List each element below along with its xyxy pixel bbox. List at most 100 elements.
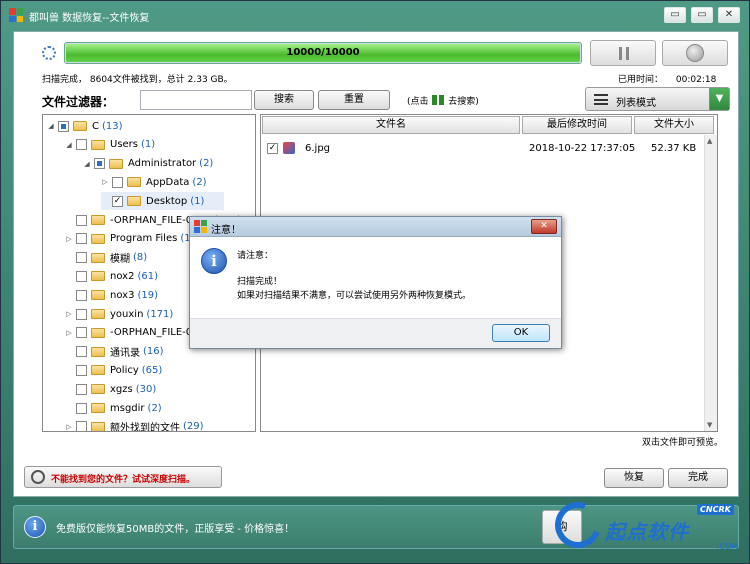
tree-item[interactable]: ◢ C (13) xyxy=(47,117,123,135)
scroll-down-icon[interactable]: ▼ xyxy=(707,421,712,429)
close-icon: ✕ xyxy=(540,221,548,231)
tree-checkbox[interactable] xyxy=(76,327,87,339)
tree-checkbox[interactable] xyxy=(76,346,87,358)
expand-arrow-icon[interactable]: ◢ xyxy=(65,141,73,149)
hint-prefix: (点击 xyxy=(407,97,429,107)
pause-button[interactable] xyxy=(590,40,656,66)
tree-item[interactable]: nox3 (19) xyxy=(65,286,158,304)
app-logo-icon xyxy=(9,8,23,22)
view-mode-select[interactable]: 列表模式 ▼ xyxy=(585,87,730,111)
info-icon: i xyxy=(24,516,46,538)
tree-item[interactable]: nox2 (61) xyxy=(65,267,158,285)
title-bar[interactable]: 都叫兽 数据恢复--文件恢复 ▭ ▭ ✕ xyxy=(1,1,750,29)
expand-arrow-icon[interactable]: ▷ xyxy=(65,329,73,337)
folder-icon xyxy=(91,309,105,319)
scroll-up-icon[interactable]: ▲ xyxy=(707,137,712,145)
expand-arrow-icon[interactable]: ▷ xyxy=(65,310,73,318)
tree-item[interactable]: ✓ Desktop (1) xyxy=(101,192,225,211)
close-button[interactable]: ✕ xyxy=(718,7,740,23)
expand-arrow-icon[interactable]: ▷ xyxy=(101,178,109,186)
folder-icon xyxy=(127,196,141,207)
info-icon: i xyxy=(201,248,227,274)
column-header-modified[interactable]: 最后修改时间 xyxy=(522,116,632,134)
progress-text: 10000/10000 xyxy=(286,47,360,58)
tree-checkbox[interactable] xyxy=(76,364,87,376)
dialog-body: i 请注意： 扫描完成！ 如果对扫描结果不满意，可以尝试使用另外两种恢复模式。 xyxy=(190,238,561,318)
filter-input[interactable] xyxy=(140,90,252,110)
tree-checkbox[interactable] xyxy=(76,270,87,282)
tree-checkbox[interactable] xyxy=(76,139,87,151)
minimize-button[interactable]: ▭ xyxy=(664,7,686,23)
folder-icon xyxy=(91,365,105,376)
tree-item[interactable]: xgzs (30) xyxy=(65,380,156,398)
tree-item[interactable]: ▷ AppData (2) xyxy=(101,173,207,191)
tree-checkbox[interactable] xyxy=(76,383,87,395)
image-file-icon xyxy=(283,142,295,154)
tree-item-label: nox2 xyxy=(110,270,135,282)
search-button[interactable]: 搜索 xyxy=(254,90,314,110)
recover-button[interactable]: 恢复 xyxy=(604,468,664,488)
tree-item-count: (19) xyxy=(137,289,158,301)
tree-item[interactable]: ▷ -ORPHAN_FILE-0 xyxy=(65,324,195,342)
tree-item[interactable]: 通讯录 (16) xyxy=(65,343,164,361)
view-mode-label: 列表模式 xyxy=(616,98,656,109)
finish-button[interactable]: 完成 xyxy=(668,468,728,488)
ok-button[interactable]: OK xyxy=(492,324,550,342)
deep-scan-button[interactable]: 不能找到您的文件？试试深度扫描。 xyxy=(24,466,222,488)
tree-checkbox[interactable] xyxy=(76,421,87,431)
folder-icon xyxy=(91,421,105,431)
maximize-button[interactable]: ▭ xyxy=(691,7,713,23)
dialog-close-button[interactable]: ✕ xyxy=(531,219,557,234)
tree-checkbox[interactable] xyxy=(76,214,87,226)
expand-arrow-icon[interactable]: ◢ xyxy=(47,122,55,130)
column-header-name[interactable]: 文件名 xyxy=(262,116,520,134)
expand-arrow-icon[interactable]: ▷ xyxy=(65,423,73,431)
elapsed-label: 已用时间： xyxy=(618,75,664,85)
tree-item[interactable]: ◢ Administrator (2) xyxy=(83,155,213,173)
tree-checkbox[interactable] xyxy=(76,233,87,245)
tree-item[interactable]: Policy (65) xyxy=(65,361,162,379)
vertical-scrollbar[interactable]: ▲ ▼ xyxy=(704,135,717,431)
chevron-down-icon[interactable]: ▼ xyxy=(709,88,729,110)
dialog-title-bar[interactable]: 注意！ ✕ xyxy=(190,217,561,237)
watermark-g-icon xyxy=(547,494,609,556)
dialog-line-2: 扫描完成！ xyxy=(237,277,283,287)
tree-checkbox[interactable] xyxy=(58,120,69,132)
stop-icon xyxy=(686,44,704,62)
expand-arrow-icon[interactable]: ▷ xyxy=(65,235,73,243)
tree-item[interactable]: ▷ Program Files (1) xyxy=(65,230,195,248)
tree-item-label: 通讯录 xyxy=(110,348,140,360)
tree-item-count: (2) xyxy=(192,176,207,188)
folder-icon xyxy=(91,252,105,263)
tree-item[interactable]: msgdir (2) xyxy=(65,399,162,417)
search-hint: (点击 去搜索) xyxy=(407,94,479,107)
tree-item[interactable]: ▷ 额外找到的文件 (29) xyxy=(65,418,204,432)
tree-item-count: (1) xyxy=(190,195,205,207)
tree-checkbox[interactable] xyxy=(76,308,87,320)
tree-item[interactable]: ◢ Users (1) xyxy=(65,136,155,154)
tree-checkbox[interactable] xyxy=(76,289,87,301)
table-row[interactable]: ✓ 6.jpg 2018-10-22 17:37:05 52.37 KB xyxy=(267,141,697,157)
tree-item[interactable]: 模糊 (8) xyxy=(65,249,147,267)
scan-progress-bar: 10000/10000 xyxy=(64,42,582,64)
tree-item-count: (29) xyxy=(183,421,204,432)
tree-checkbox[interactable] xyxy=(76,402,87,414)
tree-checkbox[interactable] xyxy=(112,176,123,188)
tree-item-label: C xyxy=(92,120,99,132)
column-header-size[interactable]: 文件大小 xyxy=(634,116,714,134)
tree-item-label: Desktop xyxy=(146,195,188,207)
tree-item-label: youxin xyxy=(110,308,144,320)
tree-item-label: 模糊 xyxy=(110,254,130,266)
file-size: 52.37 KB xyxy=(651,143,697,154)
reset-button[interactable]: 重置 xyxy=(318,90,390,110)
tree-checkbox[interactable]: ✓ xyxy=(112,195,123,207)
row-checkbox[interactable]: ✓ xyxy=(267,143,278,154)
folder-icon xyxy=(91,290,105,301)
stop-button[interactable] xyxy=(662,40,728,66)
tree-item-label: nox3 xyxy=(110,289,135,301)
tree-checkbox[interactable] xyxy=(94,158,105,170)
tree-item-count: (16) xyxy=(143,346,164,358)
tree-item[interactable]: ▷ youxin (171) xyxy=(65,305,173,323)
tree-checkbox[interactable] xyxy=(76,252,87,264)
expand-arrow-icon[interactable]: ◢ xyxy=(83,160,91,168)
